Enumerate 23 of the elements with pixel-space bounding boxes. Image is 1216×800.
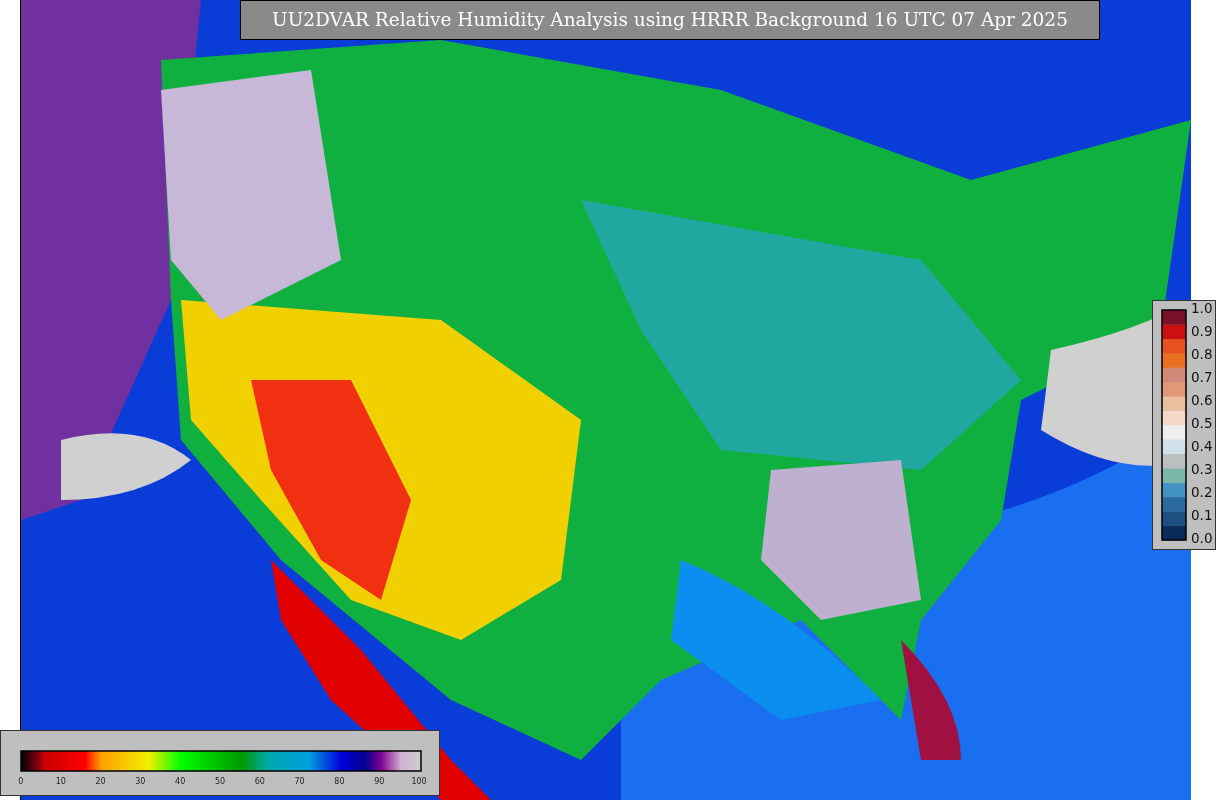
map-title: UU2DVAR Relative Humidity Analysis using HRRR Background 16 UTC 07 Apr 2025: [240, 0, 1100, 40]
tick-label: 60: [253, 776, 266, 788]
tick-label: 40: [174, 776, 187, 788]
tick-label: 0.3: [1191, 460, 1213, 479]
tick-label: 100: [410, 776, 428, 788]
tick-label: 0.5: [1191, 414, 1213, 433]
tick-label: 0.7: [1191, 368, 1213, 387]
tick-label: 10: [54, 776, 67, 788]
tick-label: 70: [293, 776, 306, 788]
tick-label: 0.6: [1191, 391, 1213, 410]
tick-label: 1.0: [1191, 299, 1213, 318]
tick-label: 0.9: [1191, 322, 1213, 341]
tick-label: 80: [333, 776, 346, 788]
tick-label: 0.8: [1191, 345, 1213, 364]
tick-label: 30: [134, 776, 147, 788]
tick-label: 0.4: [1191, 437, 1213, 456]
tick-label: 0.2: [1191, 483, 1213, 502]
tick-label: 0.1: [1191, 506, 1213, 525]
tick-label: 0: [17, 776, 25, 788]
tick-label: 0.0: [1191, 529, 1213, 548]
tick-label: 50: [213, 776, 227, 788]
tick-label: 90: [373, 776, 386, 788]
tick-label: 20: [94, 776, 107, 788]
